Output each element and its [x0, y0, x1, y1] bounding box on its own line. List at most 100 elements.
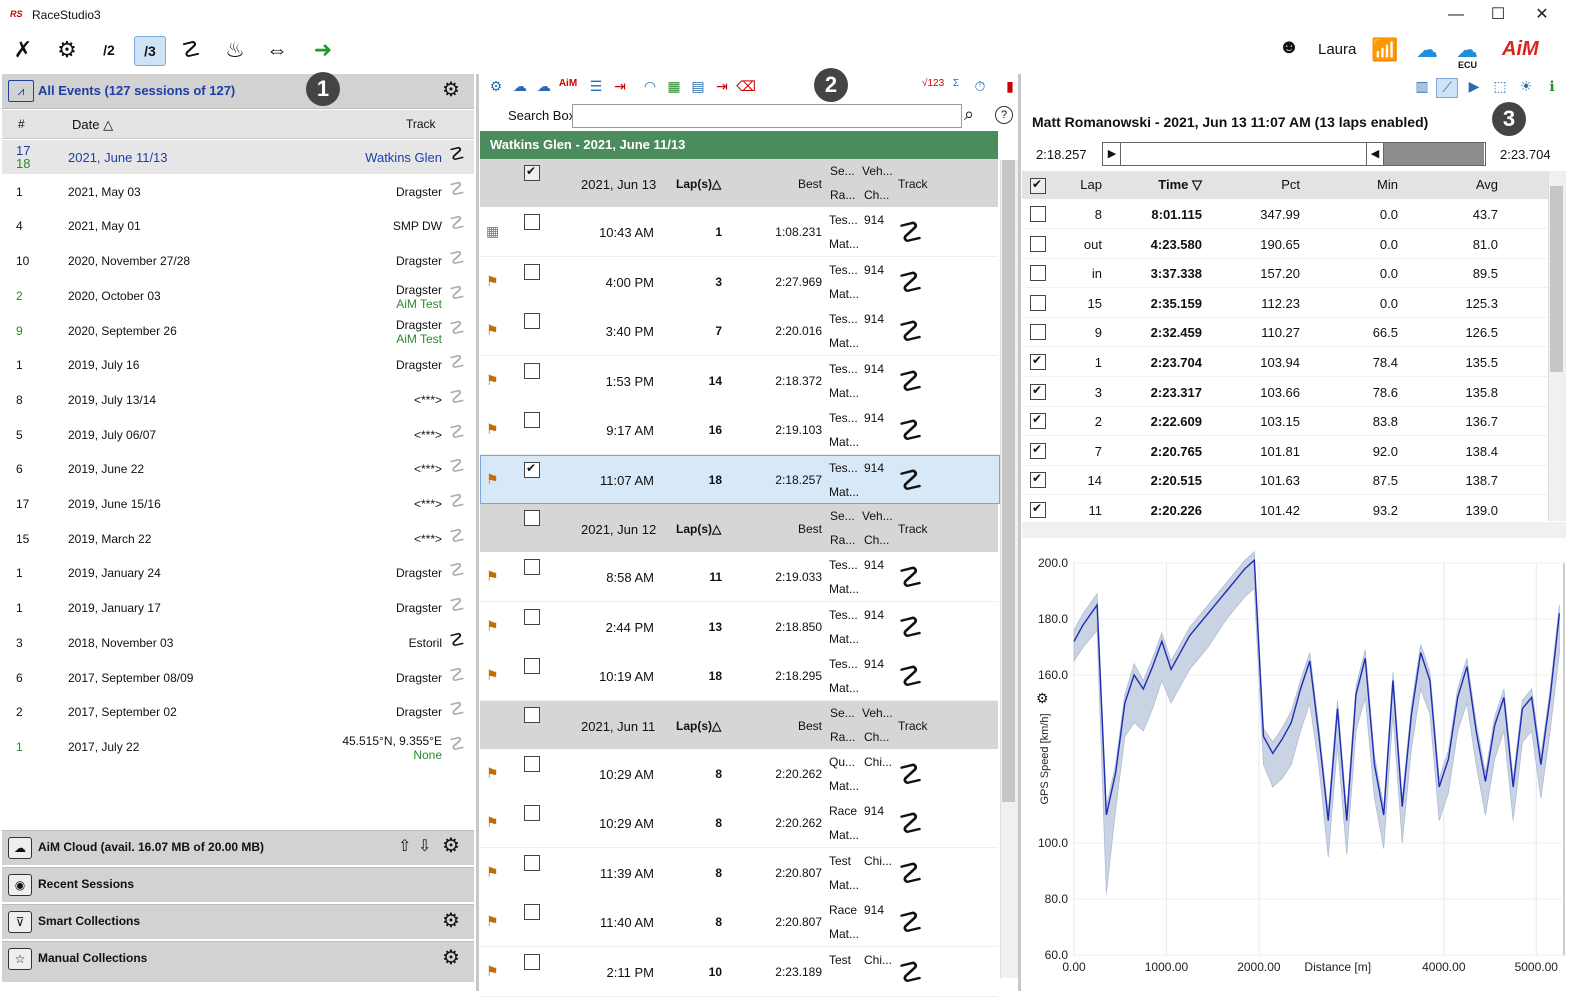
col-avg[interactable]: Avg — [1440, 177, 1498, 192]
laps-scroll-thumb[interactable] — [1550, 186, 1563, 372]
lap-checkbox[interactable] — [1030, 206, 1046, 222]
session-checkbox[interactable] — [524, 461, 540, 478]
search-icon[interactable]: ⌕ — [964, 104, 974, 125]
slider-right-handle[interactable]: ◀ — [1366, 143, 1384, 165]
recent-sessions-label[interactable]: Recent Sessions — [38, 877, 134, 891]
lap-checkbox[interactable] — [1030, 324, 1046, 341]
col-laps[interactable]: Lap(s)△ — [676, 177, 721, 191]
lap-checkbox[interactable] — [1030, 294, 1046, 311]
info-icon[interactable]: ℹ — [1542, 78, 1562, 96]
splitter-right[interactable] — [1018, 74, 1021, 991]
col-best[interactable]: Best — [798, 719, 822, 733]
col-session[interactable]: Se... — [830, 706, 855, 720]
race-studio-2-icon[interactable]: /2 — [94, 36, 124, 64]
eraser-icon[interactable]: ⌫ — [736, 78, 756, 96]
race-studio-3-icon[interactable]: /3 — [134, 36, 166, 66]
col-racer[interactable]: Ra... — [830, 730, 855, 744]
events-title[interactable]: All Events (127 sessions of 127) — [38, 83, 235, 98]
math-channel-icon[interactable]: √123 — [922, 78, 944, 96]
close-button[interactable]: ✕ — [1522, 4, 1562, 26]
session-checkbox[interactable] — [524, 953, 540, 970]
slider-left-handle[interactable]: ▶ — [1104, 143, 1121, 165]
gauge-icon[interactable]: ◠ — [640, 78, 660, 96]
col-best[interactable]: Best — [798, 177, 822, 191]
wrench-icon[interactable]: ✗ — [8, 36, 38, 64]
middle-scroll-thumb[interactable] — [1002, 160, 1015, 802]
speed-chart-svg[interactable]: 200.0180.0160.0100.080.060.00.00 1000.00 2… — [1022, 545, 1567, 985]
session-checkbox[interactable] — [524, 263, 540, 280]
smart-collections-label[interactable]: Smart Collections — [38, 914, 140, 928]
col-lap[interactable]: Lap — [1060, 177, 1102, 192]
col-track[interactable]: Track — [898, 522, 928, 536]
manual-collections-label[interactable]: Manual Collections — [38, 951, 147, 965]
col-best[interactable]: Best — [798, 522, 822, 536]
session-checkbox[interactable] — [524, 854, 540, 871]
wifi-icon[interactable]: 📶 — [1370, 36, 1400, 64]
lap-checkbox[interactable] — [1030, 471, 1046, 489]
col-championship[interactable]: Ch... — [864, 188, 889, 202]
col-time[interactable]: Time ▽ — [1130, 177, 1202, 193]
session-checkbox[interactable] — [524, 755, 540, 772]
col-track[interactable]: Track — [898, 177, 928, 191]
speed-chart[interactable]: 200.0 180.0 160.0 100.0 80.0 60.0 0.00 1000.00 2… — [1022, 545, 1567, 985]
table-settings-icon[interactable]: ▤ — [688, 78, 708, 96]
session-checkbox[interactable] — [524, 904, 540, 920]
lap-checkbox[interactable] — [1030, 235, 1046, 252]
lap-checkbox[interactable] — [1030, 353, 1046, 370]
bar-chart-icon[interactable]: ▥ — [1412, 78, 1432, 96]
user-name[interactable]: Laura — [1318, 41, 1356, 58]
maximize-button[interactable]: ☐ — [1478, 4, 1518, 26]
gear-icon[interactable]: ⚙ — [52, 36, 82, 64]
minimize-button[interactable]: — — [1436, 4, 1476, 26]
calibration-icon[interactable]: ♨ — [220, 36, 250, 64]
session-checkbox[interactable] — [524, 214, 540, 230]
col-racer[interactable]: Ra... — [830, 188, 855, 202]
session-checkbox[interactable] — [524, 362, 540, 379]
group-checkbox[interactable] — [524, 510, 540, 526]
aim-export-icon[interactable]: AiM — [558, 78, 578, 96]
col-session[interactable]: Se... — [830, 509, 855, 523]
lap-checkbox[interactable] — [1030, 383, 1046, 400]
col-racer[interactable]: Ra... — [830, 533, 855, 547]
lap-checkbox[interactable] — [1030, 265, 1046, 282]
col-date[interactable]: Date △ — [72, 117, 113, 133]
col-vehicle[interactable]: Veh... — [862, 706, 893, 720]
col-laps[interactable]: Lap(s)△ — [676, 522, 721, 536]
laps-hscrollbar[interactable] — [1022, 522, 1566, 538]
cloud-upload-icon[interactable]: ☁ — [510, 78, 530, 96]
upload-arrow-icon[interactable]: ⇧ — [398, 836, 411, 856]
settings-tool-icon[interactable]: ⚙ — [486, 78, 506, 96]
session-checkbox[interactable] — [524, 608, 540, 625]
search-input[interactable] — [572, 104, 962, 128]
aim-cloud-label[interactable]: AiM Cloud (avail. 16.07 MB of 20.00 MB) — [38, 840, 264, 854]
lap-checkbox[interactable] — [1030, 412, 1046, 430]
session-checkbox[interactable] — [524, 805, 540, 821]
col-championship[interactable]: Ch... — [864, 533, 889, 547]
splitter-left[interactable] — [476, 74, 479, 991]
chart-settings-gear-icon[interactable]: ⚙ — [1036, 690, 1049, 707]
col-pct[interactable]: Pct — [1230, 177, 1300, 192]
session-export-icon[interactable]: ⇥ — [712, 78, 732, 96]
cloud-chat-icon[interactable]: ☁ — [1412, 36, 1442, 64]
list-icon[interactable]: ☰ — [586, 78, 606, 96]
download-arrow-icon[interactable]: ⇩ — [418, 836, 431, 856]
select-all-checkbox[interactable] — [1030, 177, 1046, 194]
battery-icon[interactable]: ▮ — [1000, 78, 1020, 96]
col-session[interactable]: Se... — [830, 164, 855, 178]
weather-icon[interactable]: ☀ — [1516, 78, 1536, 96]
download-icon[interactable]: ➜ — [308, 36, 338, 64]
track-map-icon[interactable]: ⬚ — [1490, 78, 1510, 96]
formula-icon[interactable]: Σ — [946, 78, 966, 96]
export-icon[interactable]: ⇥ — [610, 78, 630, 96]
lap-checkbox[interactable] — [1030, 442, 1046, 459]
user-avatar[interactable]: ☻ — [1276, 36, 1302, 64]
track-manager-icon[interactable]: ☡ — [176, 36, 206, 64]
cloud-settings-gear-icon[interactable]: ⚙ — [442, 836, 460, 856]
cloud-download-icon[interactable]: ☁ — [534, 78, 554, 96]
col-championship[interactable]: Ch... — [864, 730, 889, 744]
help-icon[interactable]: ? — [995, 106, 1013, 124]
video-icon[interactable]: ▶ — [1464, 78, 1484, 96]
col-track[interactable]: Track — [898, 719, 928, 733]
session-checkbox[interactable] — [524, 313, 540, 329]
col-vehicle[interactable]: Veh... — [862, 509, 893, 523]
